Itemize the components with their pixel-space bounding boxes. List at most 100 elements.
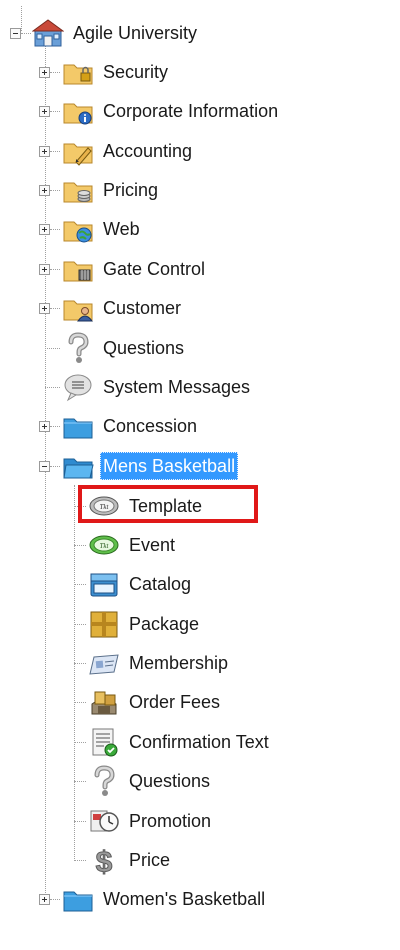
expand-toggle[interactable] [39, 185, 50, 196]
tree-node-label: Package [129, 614, 200, 634]
ticket-event-icon: Tkt [88, 529, 120, 561]
tree-node-system-messages[interactable]: System Messages [62, 371, 253, 403]
tree-line [74, 781, 86, 782]
folder-pencil-icon [62, 135, 94, 167]
expand-toggle[interactable] [39, 303, 50, 314]
tree-node-label: Mens Basketball [100, 452, 239, 480]
question-mark-icon [62, 332, 94, 364]
expand-toggle[interactable] [39, 224, 50, 235]
tree-line [50, 308, 60, 309]
tree-node-label: System Messages [103, 377, 251, 397]
expand-toggle[interactable] [39, 106, 50, 117]
tree-line [50, 190, 60, 191]
tree-node-gate-control[interactable]: Gate Control [62, 253, 208, 285]
dollar-sign-icon: $ [88, 844, 120, 877]
tree-node-order-fees[interactable]: Order Fees [88, 686, 223, 718]
tree-node-label: Price [129, 850, 171, 870]
tree-node-corporate-information[interactable]: Corporate Information [62, 95, 281, 127]
collapse-toggle[interactable] [10, 28, 21, 39]
catalog-box-icon [88, 568, 120, 600]
tree-node-label: Concession [103, 416, 198, 436]
membership-card-icon [88, 647, 120, 679]
tree-node-label: Membership [129, 653, 229, 673]
tree-node-label: Confirmation Text [129, 732, 269, 752]
tree-line [45, 45, 46, 903]
tree-node-label: Pricing [103, 180, 159, 200]
folder-gate-icon [62, 253, 94, 285]
tree-line [45, 348, 60, 349]
promotion-clock-icon [88, 805, 120, 837]
expand-toggle[interactable] [39, 67, 50, 78]
tree-line [50, 229, 60, 230]
tree-node-label: Questions [129, 771, 211, 791]
tree-node-mens-basketball[interactable]: Mens Basketball [62, 450, 239, 482]
expand-toggle[interactable] [39, 421, 50, 432]
tree-node-package[interactable]: Package [88, 608, 202, 640]
folder-person-icon [62, 292, 94, 324]
tree-node-confirmation-text[interactable]: Confirmation Text [88, 726, 272, 758]
tree-node-label: Web [103, 219, 140, 239]
tree-node-concession[interactable]: Concession [62, 410, 200, 442]
tree-node-label: Promotion [129, 811, 212, 831]
tree-line [74, 624, 86, 625]
folder-info-icon [62, 95, 94, 127]
tree-line [21, 6, 22, 31]
tree-node-event[interactable]: Tkt Event [88, 529, 178, 561]
tree-node-label: Customer [103, 298, 182, 318]
blue-folder-open-icon [62, 450, 94, 482]
tree-view[interactable]: Agile University Security Corporate Info… [0, 0, 400, 950]
tree-node-customer[interactable]: Customer [62, 292, 184, 324]
tree-line [21, 33, 31, 34]
tree-node-web[interactable]: Web [62, 213, 143, 245]
svg-text:$: $ [96, 846, 113, 876]
tree-node-root[interactable]: Agile University [32, 17, 200, 49]
expand-toggle[interactable] [39, 146, 50, 157]
confirmation-document-icon [88, 726, 120, 758]
tree-line [74, 584, 86, 585]
tree-line [74, 545, 86, 546]
tree-node-price[interactable]: $ Price [88, 844, 173, 877]
tree-node-label: Accounting [103, 141, 193, 161]
tree-node-label: Order Fees [129, 692, 221, 712]
tree-node-womens-basketball[interactable]: Women's Basketball [62, 883, 268, 915]
blue-folder-icon [62, 410, 94, 442]
tree-line [74, 663, 86, 664]
tree-line [74, 702, 86, 703]
tree-node-security[interactable]: Security [62, 56, 171, 88]
svg-text:Tkt: Tkt [100, 542, 110, 550]
tree-node-child-questions[interactable]: Questions [88, 765, 213, 797]
tree-node-label: Women's Basketball [103, 889, 266, 909]
tree-node-label: Agile University [73, 23, 198, 43]
tree-line [74, 742, 86, 743]
package-icon [88, 608, 120, 640]
tree-line [74, 860, 86, 861]
tree-line [50, 466, 60, 467]
school-building-icon [32, 17, 64, 49]
question-mark-icon [88, 765, 120, 797]
folder-lock-icon [62, 56, 94, 88]
expand-toggle[interactable] [39, 264, 50, 275]
tree-node-accounting[interactable]: Accounting [62, 135, 195, 167]
tree-line [74, 485, 75, 861]
tree-node-catalog[interactable]: Catalog [88, 568, 194, 600]
expand-toggle[interactable] [39, 894, 50, 905]
tree-node-membership[interactable]: Membership [88, 647, 231, 679]
tree-line [50, 151, 60, 152]
tree-node-label: Catalog [129, 574, 192, 594]
tree-line [50, 111, 60, 112]
tree-node-label: Event [129, 535, 176, 555]
folder-coins-icon [62, 174, 94, 206]
speech-bubble-icon [62, 371, 94, 403]
tree-node-label: Gate Control [103, 259, 206, 279]
tree-line [50, 269, 60, 270]
tree-node-pricing[interactable]: Pricing [62, 174, 161, 206]
tree-node-label: Security [103, 62, 169, 82]
tree-node-questions[interactable]: Questions [62, 332, 187, 364]
collapse-toggle[interactable] [39, 461, 50, 472]
tree-node-promotion[interactable]: Promotion [88, 805, 214, 837]
tree-line [50, 899, 60, 900]
blue-folder-icon [62, 883, 94, 915]
tree-line [45, 387, 60, 388]
order-fees-icon [88, 686, 120, 718]
tree-line [50, 72, 60, 73]
